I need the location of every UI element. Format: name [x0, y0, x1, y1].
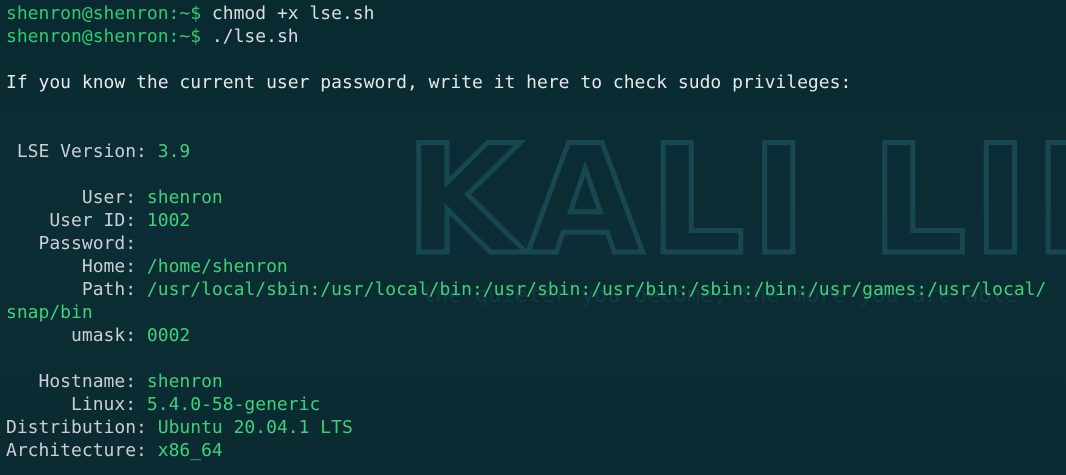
terminal-window[interactable]: KALI LINUX the quieter you become, the m… — [0, 0, 1066, 475]
user-line: User: shenron — [6, 186, 1066, 209]
hostname-line: Hostname: shenron — [6, 370, 1066, 393]
field-value: 0002 — [146, 325, 191, 346]
home-line: Home: /home/shenron — [6, 255, 1066, 278]
umask-line: umask: 0002 — [6, 324, 1066, 347]
password-line: Password: — [6, 232, 1066, 255]
shell-prompt: shenron@shenron:~$ — [6, 26, 202, 47]
path-continuation-line: snap/bin — [6, 301, 1066, 324]
field-key: Hostname: — [6, 371, 137, 392]
field-key: Password: — [6, 233, 137, 254]
field-key: Distribution: — [6, 417, 147, 438]
distribution-line: Distribution: Ubuntu 20.04.1 LTS — [6, 416, 1066, 439]
field-value: shenron — [146, 187, 223, 208]
field-value: 5.4.0-58-generic — [146, 394, 321, 415]
shell-prompt: shenron@shenron:~$ — [6, 3, 202, 24]
command-text: chmod +x lse.sh — [211, 3, 375, 24]
field-value: Ubuntu 20.04.1 LTS — [157, 417, 353, 438]
field-key: Path: — [6, 279, 137, 300]
command-line: shenron@shenron:~$ ./lse.sh — [6, 25, 1066, 48]
field-value: 3.9 — [157, 141, 191, 162]
architecture-line: Architecture: x86_64 — [6, 439, 1066, 462]
command-text: ./lse.sh — [211, 26, 299, 47]
field-key: Architecture: — [6, 440, 147, 461]
field-value: 1002 — [146, 210, 191, 231]
field-key: Linux: — [6, 394, 137, 415]
field-key: User: — [6, 187, 137, 208]
password-question-line: If you know the current user password, w… — [6, 71, 1066, 94]
field-value: /usr/local/sbin:/usr/local/bin:/usr/sbin… — [146, 279, 1047, 300]
password-question: If you know the current user password, w… — [6, 72, 852, 93]
field-key: Home: — [6, 256, 137, 277]
field-value: x86_64 — [157, 440, 223, 461]
field-value: /home/shenron — [146, 256, 288, 277]
command-line: shenron@shenron:~$ chmod +x lse.sh — [6, 2, 1066, 25]
path-line: Path: /usr/local/sbin:/usr/local/bin:/us… — [6, 278, 1066, 301]
linux-line: Linux: 5.4.0-58-generic — [6, 393, 1066, 416]
field-key: umask: — [6, 325, 137, 346]
field-value-continuation: snap/bin — [6, 302, 93, 323]
field-key: User ID: — [6, 210, 137, 231]
version-line: LSE Version: 3.9 — [6, 140, 1066, 163]
user-id-line: User ID: 1002 — [6, 209, 1066, 232]
field-key: LSE Version: — [6, 141, 147, 162]
terminal-output[interactable]: shenron@shenron:~$ chmod +x lse.sh shenr… — [6, 2, 1066, 462]
field-value: shenron — [146, 371, 223, 392]
